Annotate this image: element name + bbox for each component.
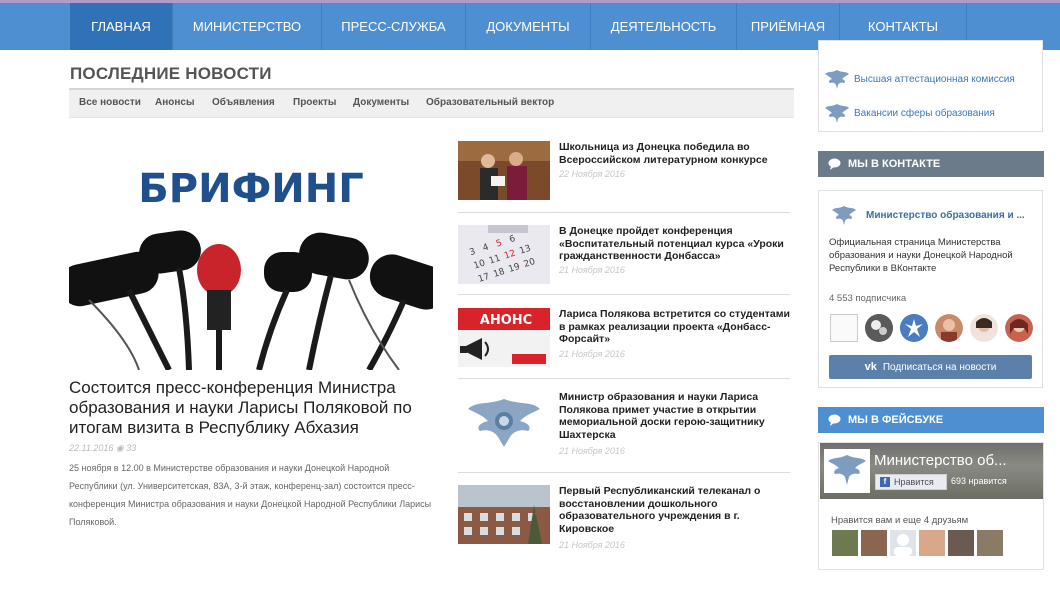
schoolgirl-photo [458,141,550,200]
news-title[interactable]: Школьница из Донецка победила во Всеросс… [559,141,791,166]
filter-projects[interactable]: Проекты [293,97,336,108]
news-filter-bar: Все новости Анонсы Объявления Проекты До… [69,88,794,118]
fb-heading-label: МЫ В ФЕЙСБУКЕ [848,414,944,426]
divider [458,472,790,473]
featured-news-summary: 25 ноября в 12.00 в Министерстве образов… [69,463,432,527]
featured-news-meta: 22.11.2016 ◉ 33 [69,443,136,454]
fb-like-label: Нравится [894,477,934,487]
friend-avatar[interactable] [861,530,887,556]
emblem-icon [825,104,849,123]
vk-subscriber-count: 4 553 подписчика [829,293,907,304]
news-date: 21 Ноября 2016 [559,446,625,456]
link-label: Высшая аттестационная комиссия [854,73,1015,85]
friend-avatar[interactable] [832,530,858,556]
filter-notices[interactable]: Объявления [212,97,275,108]
filter-edu-vector[interactable]: Образовательный вектор [426,97,554,108]
subscriber-avatar[interactable] [970,314,998,342]
news-thumbnail[interactable] [458,485,550,544]
fb-page-name[interactable]: Министерство об... [874,452,1007,469]
vk-subscribe-label: Подписаться на новости [882,362,997,373]
news-thumbnail[interactable]: 3456 10 11 12 13 17 18 19 20 [458,225,550,284]
nav-item-press[interactable]: ПРЕСС-СЛУЖБА [322,3,466,50]
news-list-item[interactable]: Школьница из Донецка победила во Всеросс… [458,141,790,203]
news-list-item[interactable]: Первый Республиканский телеканал о восст… [458,485,790,550]
fb-like-count: 693 нравится [951,476,1007,486]
announcement-label: АНОНС [480,313,532,328]
briefing-caption: БРИФИНГ [138,166,363,212]
featured-news-date: 22.11.2016 [69,443,114,453]
chat-bubble-icon [828,414,841,426]
nav-item-documents[interactable]: ДОКУМЕНТЫ [466,3,591,50]
news-list-item[interactable]: 3456 10 11 12 13 17 18 19 20 В Донецке пройдет… [458,225,790,285]
news-title[interactable]: Министр образования и науки Лариса Поляк… [559,391,791,441]
filter-all[interactable]: Все новости [79,97,141,108]
filter-documents[interactable]: Документы [353,97,409,108]
friend-avatar[interactable] [977,530,1003,556]
vk-subscribe-button[interactable]: vk Подписаться на новости [829,355,1032,379]
divider [458,294,790,295]
fb-section-heading: МЫ В ФЕЙСБУКЕ [818,407,1044,433]
news-date: 21 Ноября 2016 [559,540,625,550]
news-title[interactable]: В Донецке пройдет конференция «Воспитате… [559,225,791,263]
featured-news-image[interactable]: БРИФИНГ [69,140,433,370]
vk-heading-label: МЫ В КОНТАКТЕ [848,158,941,170]
friend-avatar[interactable] [948,530,974,556]
kindergarten-building-photo [458,485,550,544]
friend-avatar[interactable] [890,530,916,556]
news-date: 22 Ноября 2016 [559,169,625,179]
vk-group-avatar[interactable] [830,204,858,226]
link-education-vacancies[interactable]: Вакансии сферы образования [824,102,995,124]
facebook-icon: f [880,477,890,487]
friend-avatar[interactable] [919,530,945,556]
vk-section-heading: МЫ В КОНТАКТЕ [818,151,1044,177]
subscriber-avatar[interactable] [1005,314,1033,342]
vk-group-name[interactable]: Министерство образования и ... [866,210,1025,221]
eye-icon: ◉ [115,443,124,453]
nav-item-home[interactable]: ГЛАВНАЯ [70,3,173,50]
section-title: ПОСЛЕДНИЕ НОВОСТИ [70,64,272,83]
featured-news-views: 33 [126,443,137,453]
chat-bubble-icon [828,158,841,170]
news-list-item[interactable]: АНОНС Лариса Полякова встретится со студ… [458,308,790,368]
link-higher-attestation-commission[interactable]: Высшая аттестационная комиссия [824,68,1015,90]
divider [458,212,790,213]
news-date: 21 Ноября 2016 [559,265,625,275]
featured-news-title[interactable]: Состоится пресс-конференция Министра обр… [69,378,439,438]
subscriber-avatar[interactable] [900,314,928,342]
announcement-banner: АНОНС [458,308,550,367]
subscriber-avatar[interactable] [830,314,858,342]
filter-announcements[interactable]: Анонсы [155,97,195,108]
news-list-item[interactable]: Министр образования и науки Лариса Поляк… [458,391,790,463]
ministry-emblem-icon [458,391,550,456]
news-title[interactable]: Лариса Полякова встретится со студентами… [559,308,791,346]
divider [458,378,790,379]
fb-like-button[interactable]: f Нравится [875,474,947,490]
news-thumbnail[interactable] [458,391,550,456]
vk-group-description: Официальная страница Министерства образо… [829,237,1013,274]
news-thumbnail[interactable] [458,141,550,200]
vk-logo-icon: vk [864,361,877,373]
fb-friends-text: Нравится вам и еще 4 друзьям [831,515,969,526]
emblem-icon [825,70,849,89]
nav-item-ministry[interactable]: МИНИСТЕРСТВО [173,3,322,50]
link-label: Вакансии сферы образования [854,107,995,119]
subscriber-avatar[interactable] [865,314,893,342]
news-date: 21 Ноября 2016 [559,349,625,359]
subscriber-avatar[interactable] [935,314,963,342]
calendar-photo: 3456 10 11 12 13 17 18 19 20 [458,225,550,284]
fb-page-avatar[interactable] [824,449,870,493]
news-thumbnail[interactable]: АНОНС [458,308,550,367]
news-title[interactable]: Первый Республиканский телеканал о восст… [559,485,791,535]
briefing-microphones-illustration: БРИФИНГ [69,166,433,370]
nav-item-activity[interactable]: ДЕЯТЕЛЬНОСТЬ [591,3,737,50]
